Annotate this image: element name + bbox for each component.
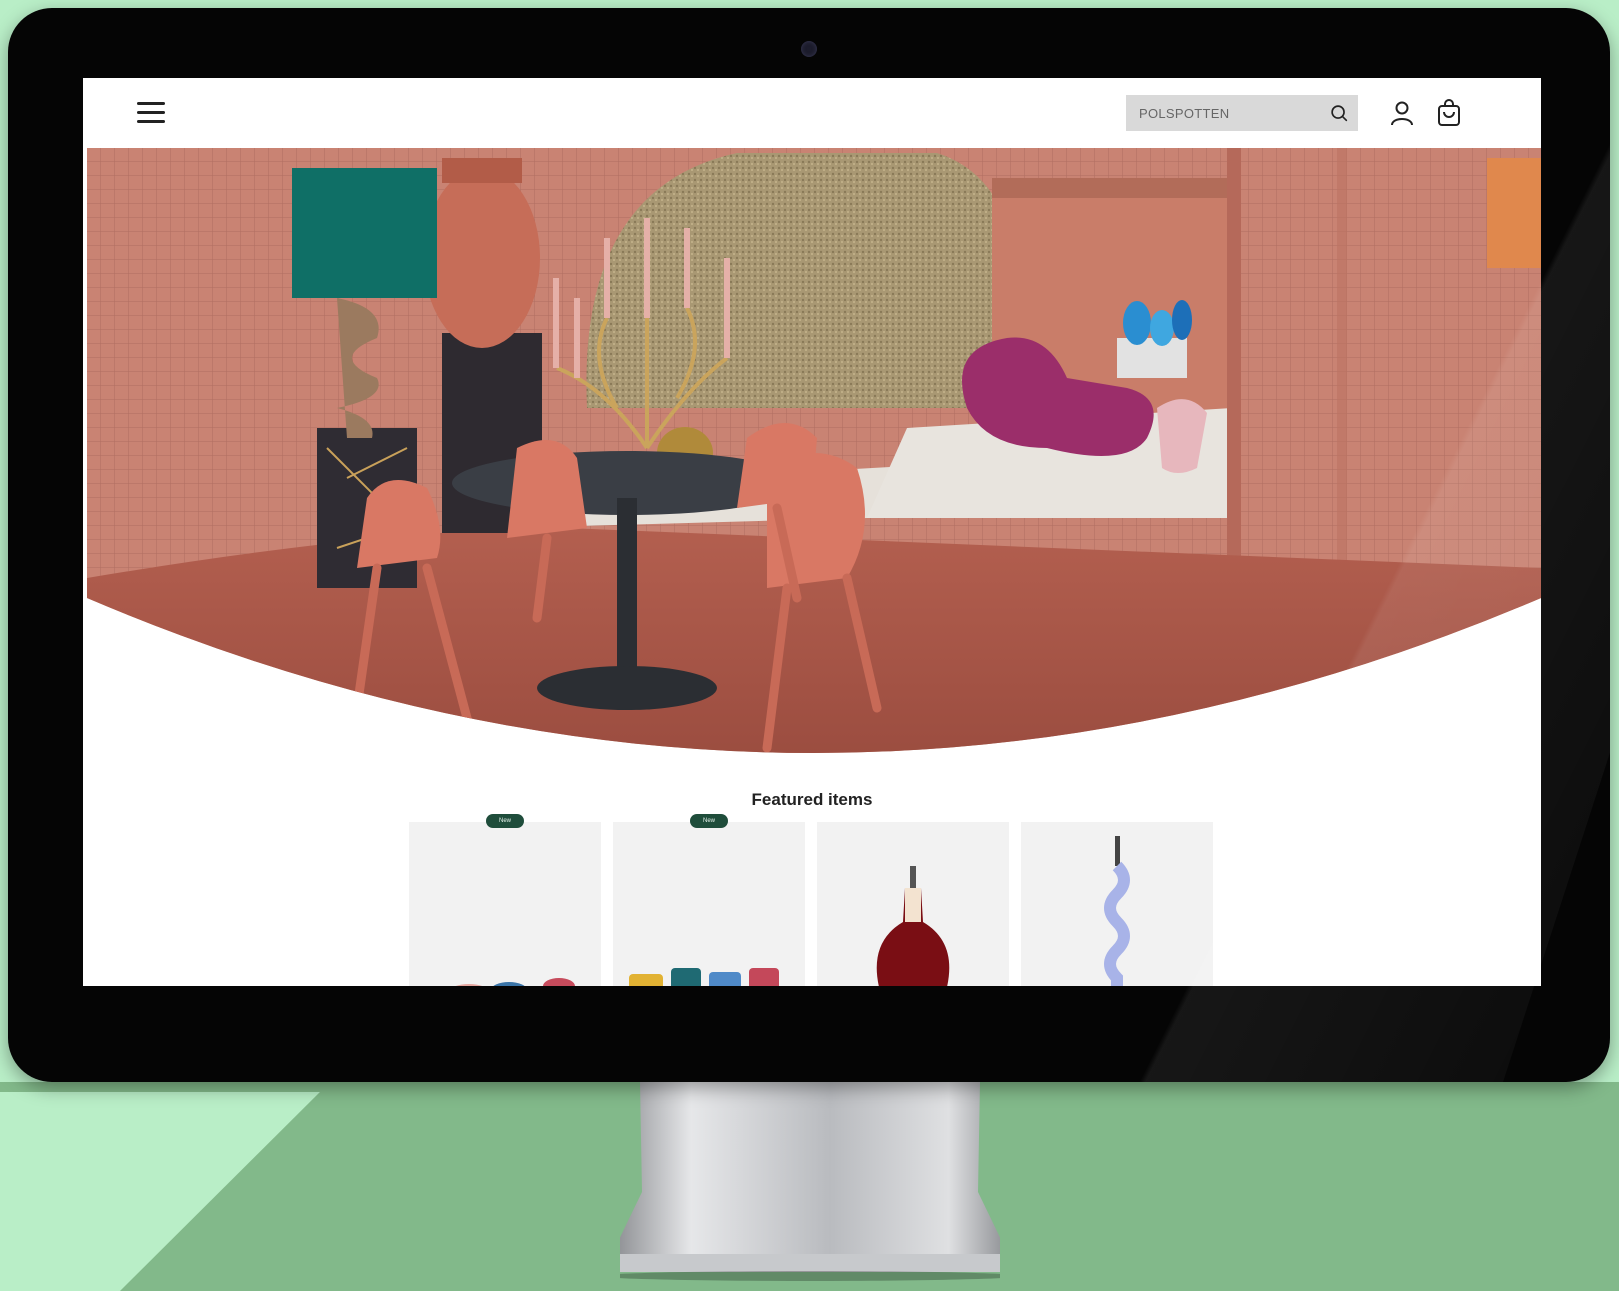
search-icon[interactable] xyxy=(1328,102,1350,124)
new-badge: New xyxy=(486,814,524,828)
menu-icon[interactable] xyxy=(137,102,165,124)
search-input[interactable] xyxy=(1126,95,1316,131)
hero-image[interactable] xyxy=(87,148,1541,768)
site-header xyxy=(83,78,1541,148)
product-card[interactable]: New xyxy=(613,814,805,986)
cart-icon[interactable] xyxy=(1435,99,1463,127)
product-card[interactable] xyxy=(1021,822,1213,986)
website-screen: Featured items New New xyxy=(83,78,1541,986)
new-badge: New xyxy=(690,814,728,828)
product-image-cups xyxy=(455,978,575,986)
product-card[interactable]: New xyxy=(409,814,601,986)
product-image-twisted-lamp xyxy=(1104,836,1130,986)
product-card[interactable] xyxy=(817,822,1009,986)
product-image-red-lamp xyxy=(876,866,950,986)
featured-items-title: Featured items xyxy=(751,790,873,809)
product-image-cups xyxy=(629,968,779,986)
camera-icon xyxy=(801,41,817,57)
monitor-stand xyxy=(620,1082,1000,1281)
search-bar xyxy=(1126,95,1358,131)
monitor-bezel: Featured items New New xyxy=(8,8,1610,1082)
user-icon[interactable] xyxy=(1388,99,1416,127)
